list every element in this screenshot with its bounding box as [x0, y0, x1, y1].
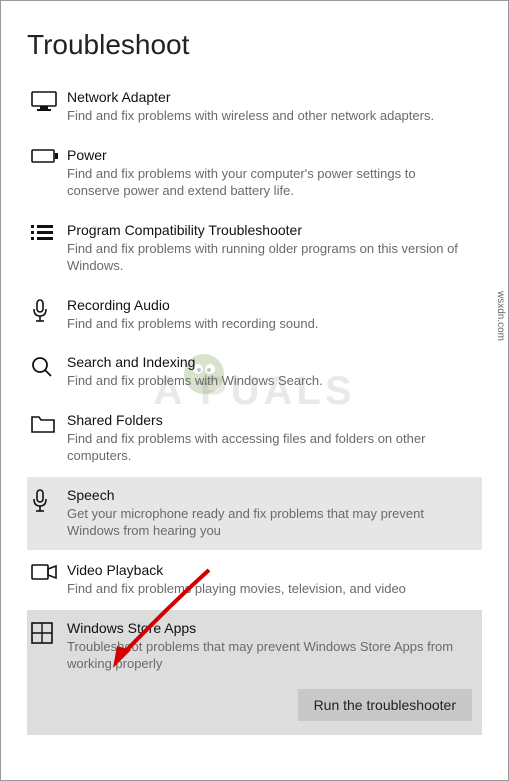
- item-desc: Troubleshoot problems that may prevent W…: [67, 638, 470, 673]
- troubleshoot-item-video-playback[interactable]: Video Playback Find and fix problems pla…: [27, 552, 482, 608]
- troubleshoot-item-shared-folders[interactable]: Shared Folders Find and fix problems wit…: [27, 402, 482, 475]
- item-title: Windows Store Apps: [67, 620, 470, 636]
- item-title: Search and Indexing: [67, 354, 470, 370]
- video-camera-icon: [31, 562, 67, 580]
- troubleshoot-item-network-adapter[interactable]: Network Adapter Find and fix problems wi…: [27, 79, 482, 135]
- monitor-icon: [31, 89, 67, 113]
- troubleshoot-item-windows-store-apps[interactable]: Windows Store Apps Troubleshoot problems…: [27, 610, 482, 683]
- item-title: Video Playback: [67, 562, 470, 578]
- item-desc: Find and fix problems with accessing fil…: [67, 430, 470, 465]
- list-icon: [31, 222, 67, 242]
- troubleshoot-item-speech[interactable]: Speech Get your microphone ready and fix…: [27, 477, 482, 550]
- troubleshoot-item-power[interactable]: Power Find and fix problems with your co…: [27, 137, 482, 210]
- run-troubleshooter-button[interactable]: Run the troubleshooter: [298, 689, 472, 721]
- battery-icon: [31, 147, 67, 163]
- troubleshoot-item-program-compatibility[interactable]: Program Compatibility Troubleshooter Fin…: [27, 212, 482, 285]
- item-title: Recording Audio: [67, 297, 470, 313]
- item-title: Program Compatibility Troubleshooter: [67, 222, 470, 238]
- item-title: Speech: [67, 487, 470, 503]
- item-desc: Find and fix problems with recording sou…: [67, 315, 470, 333]
- item-desc: Get your microphone ready and fix proble…: [67, 505, 470, 540]
- item-desc: Find and fix problems with running older…: [67, 240, 470, 275]
- apps-grid-icon: [31, 620, 67, 644]
- item-desc: Find and fix problems with wireless and …: [67, 107, 470, 125]
- microphone-icon: [31, 297, 67, 323]
- item-desc: Find and fix problems with Windows Searc…: [67, 372, 470, 390]
- run-button-row: Run the troubleshooter: [27, 683, 482, 735]
- item-desc: Find and fix problems playing movies, te…: [67, 580, 470, 598]
- item-title: Network Adapter: [67, 89, 470, 105]
- item-title: Shared Folders: [67, 412, 470, 428]
- microphone-icon: [31, 487, 67, 513]
- troubleshoot-item-recording-audio[interactable]: Recording Audio Find and fix problems wi…: [27, 287, 482, 343]
- troubleshoot-item-search-indexing[interactable]: Search and Indexing Find and fix problem…: [27, 344, 482, 400]
- item-desc: Find and fix problems with your computer…: [67, 165, 470, 200]
- folder-icon: [31, 412, 67, 434]
- search-icon: [31, 354, 67, 378]
- page-title: Troubleshoot: [27, 29, 482, 61]
- item-title: Power: [67, 147, 470, 163]
